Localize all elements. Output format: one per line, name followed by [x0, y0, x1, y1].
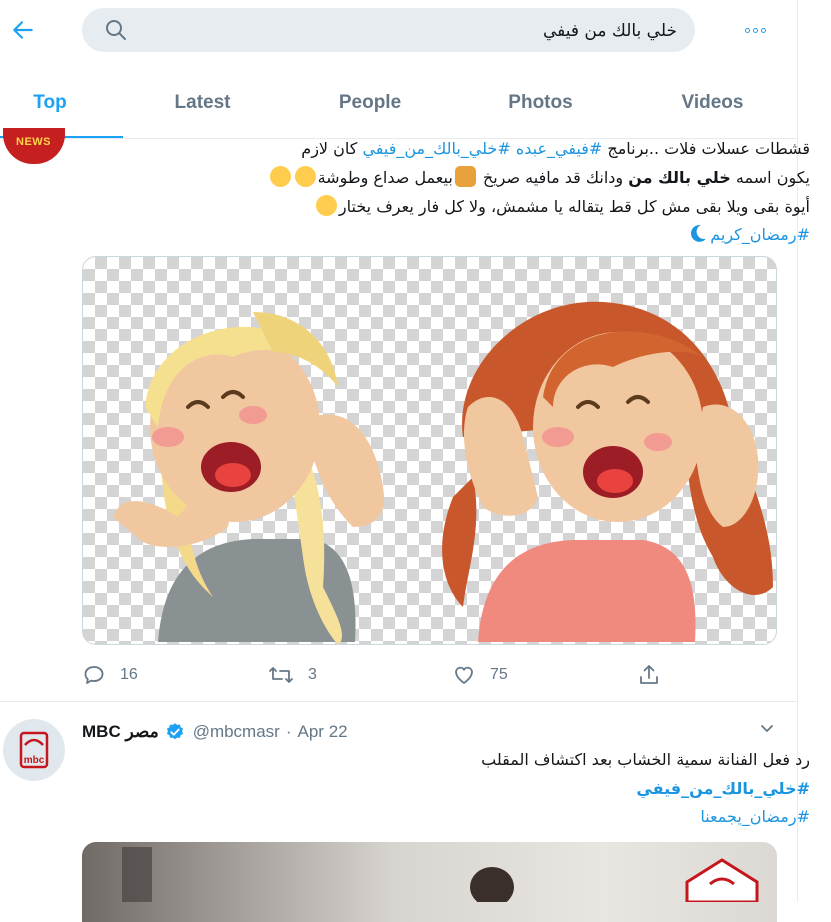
neutral-face-emoji-icon — [294, 166, 316, 187]
search-input[interactable] — [142, 8, 679, 54]
dot-icon — [752, 27, 758, 33]
tweet-text: رد فعل الفنانة سمية الخشاب بعد اكتشاف ال… — [481, 750, 810, 769]
upside-down-face-emoji-icon — [315, 195, 337, 216]
reply-button[interactable]: 16 — [82, 660, 138, 690]
search-icon — [106, 20, 126, 40]
tweet-text: كان لازم — [301, 139, 363, 158]
tweet-date[interactable]: Apr 22 — [298, 722, 348, 742]
illustration-screaming-women — [113, 301, 773, 644]
tweet-text-bold: خلي بالك من — [628, 168, 731, 187]
chevron-down-icon[interactable] — [757, 718, 777, 738]
tweet-text-line: #رمضان_يجمعنا — [700, 802, 810, 831]
tab-top[interactable]: Top — [0, 72, 100, 134]
tweet-text-line: أيوة بقى ويلا بقى مش كل قط يتقاله يا مشم… — [314, 192, 810, 221]
arrow-left-icon — [13, 21, 33, 39]
share-icon — [640, 665, 658, 684]
tweet-text-line: قشطات عسلات فلات ..برنامج #فيفي_عبده #خل… — [301, 134, 810, 163]
tweet-text-line: #خلي_بالك_من_فيفي — [636, 774, 810, 803]
search-bar[interactable] — [82, 8, 695, 54]
avatar-label: NEWS — [16, 136, 51, 148]
hashtag-link[interactable]: #خلي_بالك_من_فيفي — [636, 779, 810, 798]
user-handle[interactable]: @mbcmasr — [193, 722, 280, 742]
verified-badge-icon — [166, 723, 183, 740]
back-button[interactable] — [8, 15, 38, 45]
tweet-image[interactable] — [82, 256, 777, 645]
tweet-text: بيعمل صداع وطوشة — [317, 168, 453, 187]
video-frame — [122, 847, 759, 907]
hashtag-link[interactable]: #رمضان_يجمعنا — [700, 807, 810, 826]
tweet-text-line: #رمضان_كريم — [685, 220, 810, 249]
avatar-label: mbc — [24, 755, 45, 766]
retweet-count: 3 — [308, 666, 317, 683]
tweet-text-line: يكون اسمه خلي بالك من ودانك قد مافيه صري… — [268, 163, 810, 192]
share-button[interactable] — [637, 660, 661, 690]
retweet-button[interactable]: 3 — [268, 660, 317, 690]
tweet-divider — [0, 701, 797, 702]
avatar[interactable]: NEWS — [3, 128, 65, 164]
heart-icon — [455, 666, 473, 684]
scream-emoji-icon — [454, 166, 476, 187]
tab-videos[interactable]: Videos — [660, 72, 765, 134]
like-button[interactable]: 75 — [452, 660, 508, 690]
sleepy-face-emoji-icon — [269, 166, 291, 187]
tweet-actions: 16 3 75 — [82, 660, 682, 690]
hashtag-link[interactable]: #خلي_بالك_من_فيفي — [362, 139, 510, 158]
tweet-header: MBC مصر @mbcmasr · Apr 22 — [82, 719, 348, 745]
tab-photos[interactable]: Photos — [488, 72, 593, 134]
dot-icon — [744, 27, 750, 33]
tweet-text: ودانك قد مافيه صريخ — [477, 168, 629, 187]
mbc-logo-icon: mbc — [19, 731, 49, 769]
like-count: 75 — [490, 666, 508, 683]
hashtag-link[interactable]: #رمضان_كريم — [710, 225, 810, 244]
tweet-text-line: رد فعل الفنانة سمية الخشاب بعد اكتشاف ال… — [481, 745, 810, 774]
tab-people[interactable]: People — [315, 72, 425, 134]
reply-count: 16 — [120, 666, 138, 683]
more-options-button[interactable] — [735, 15, 775, 45]
tab-latest[interactable]: Latest — [150, 72, 255, 134]
separator: · — [285, 722, 292, 741]
tweet-video-thumbnail[interactable] — [82, 842, 777, 922]
dot-icon — [760, 27, 766, 33]
display-name[interactable]: MBC مصر — [82, 722, 159, 742]
retweet-icon — [269, 667, 293, 683]
avatar[interactable]: mbc — [3, 719, 65, 781]
search-tabs: Top Latest People Photos Videos — [0, 72, 797, 139]
hashtag-link[interactable]: #فيفي_عبده — [516, 139, 602, 158]
tweet-text: يكون اسمه — [730, 168, 810, 187]
crescent-moon-emoji-icon — [687, 223, 708, 244]
tweet-text: قشطات عسلات فلات ..برنامج — [602, 139, 810, 158]
reply-icon — [84, 666, 104, 684]
tweet-text: أيوة بقى ويلا بقى مش كل قط يتقاله يا مشم… — [338, 197, 810, 216]
